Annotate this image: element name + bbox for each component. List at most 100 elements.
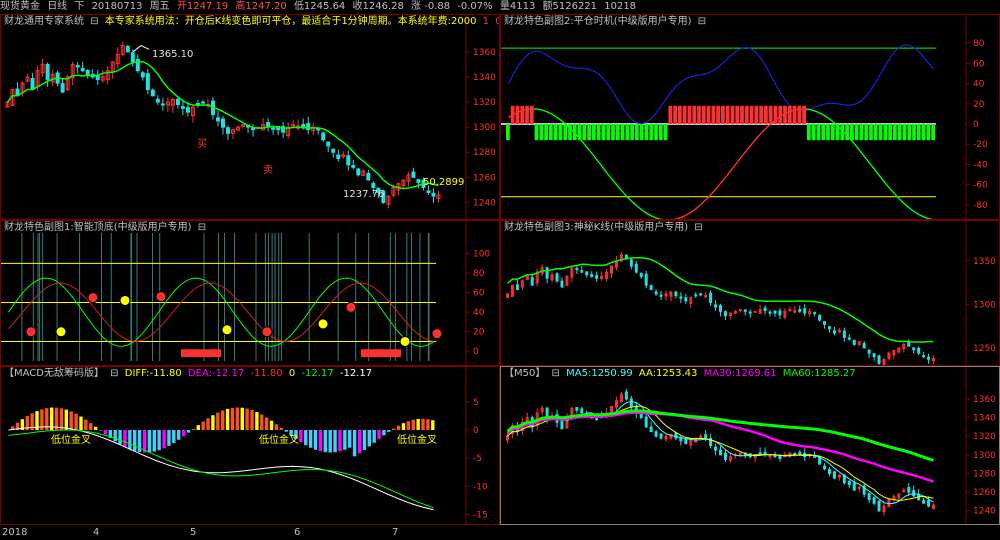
sub2-signal-segment (923, 216, 930, 219)
macd-histogram-bar (59, 408, 64, 430)
sub2-green-bar (826, 124, 830, 141)
sub2-red-bar (673, 105, 677, 124)
macd-histogram-bar (250, 410, 254, 430)
sub2-tick-label: 40 (973, 80, 985, 90)
main-candle-body (316, 128, 321, 131)
sub3-candle-body (694, 294, 698, 297)
sub1-chart-panel[interactable]: 财龙特色副图1:智能顶底(中级版用户专用) ⊟ 0 20 40 60 80 100 (0, 220, 500, 366)
open-value: 开1247.19 (176, 1, 229, 12)
main-collapse-icon[interactable]: ⊟ (90, 16, 98, 27)
sub2-red-bar (510, 105, 515, 124)
sub2-chart-panel[interactable]: 财龙特色副图2:平仓时机(中级版用户专用) ⊟ -80 -60 -40 -20 0 20 4… (500, 14, 1000, 220)
date-axis-month-5: 5 (190, 527, 197, 538)
sub1-red-block (361, 349, 401, 358)
quote-header: 现货黄金 日线 下 20180713 周五 开1247.19 高1247.20 … (0, 0, 1000, 14)
sub3-candle-body (654, 291, 658, 295)
sub3-candle-body (679, 296, 683, 299)
sub2-signal-segment (890, 188, 896, 196)
sub3-chart-panel[interactable]: 财龙特色副图3:神秘K线(中级版用户专用) ⊟ 1250 1300 1350 (500, 220, 1000, 366)
sub2-signal-segment (536, 108, 542, 111)
main-tick-label: 1300 (473, 123, 496, 133)
main-tick-label: 1280 (473, 148, 496, 158)
sub2-green-bar (840, 124, 845, 141)
sub2-green-bar (534, 124, 539, 141)
macd-histogram-bar (352, 430, 357, 457)
sub3-candle-body (575, 267, 579, 270)
ma-panel-title: 【M50】 ⊟ MA5:1250.99 AA:1253.43 MA30:1269… (504, 368, 859, 380)
sub3-candle-body (778, 310, 782, 316)
sub3-panel-title: 财龙特色副图3:神秘K线(中级版用户专用) ⊟ (504, 222, 706, 234)
sub2-green-bar (635, 124, 639, 141)
ma-chart-svg: 1240 1260 1280 1300 1320 1340 1360 (505, 367, 996, 524)
sub2-red-bar (678, 105, 682, 124)
macd-histogram-bar (328, 430, 332, 453)
macd-collapse-icon[interactable]: ⊟ (110, 368, 118, 379)
sub2-title-text: 财龙特色副图2:平仓时机(中级版用户专用) (504, 16, 692, 27)
macd-histogram-bar (308, 430, 313, 448)
aa-value: AA:1253.43 (638, 368, 698, 379)
sub2-signal-segment (551, 113, 557, 118)
period-label[interactable]: 日线 (47, 1, 67, 12)
macd-histogram-bar (396, 425, 401, 430)
sub3-candle-body (649, 285, 653, 291)
macd-histogram-bar (128, 430, 132, 450)
main-candle-body (346, 155, 351, 166)
ma-candle-body (763, 451, 767, 455)
sub2-red-bar (740, 105, 744, 124)
sub3-candle-body (560, 280, 564, 288)
sub3-candle-body (823, 321, 827, 325)
main-note-text: 本专家系统用法：开仓后K线变色即可平仓，最适合于1分钟周期。本系统年费:2000 (104, 16, 477, 27)
macd-histogram-bar (240, 407, 244, 430)
main-candle-body (336, 154, 341, 160)
ma-candle-body (644, 416, 648, 428)
sub3-collapse-icon[interactable]: ⊟ (694, 222, 702, 233)
hold-value: 10218 (604, 1, 637, 12)
ma-chart-panel[interactable]: 【M50】 ⊟ MA5:1250.99 AA:1253.43 MA30:1269… (500, 366, 1000, 525)
sub2-signal-segment (756, 132, 763, 139)
sub2-green-bar (553, 124, 558, 141)
sub3-candle-body (818, 314, 822, 321)
ma-candle-body (922, 499, 926, 504)
macd-histogram-bar (177, 430, 181, 440)
sub2-signal-segment (627, 196, 634, 203)
main-candle-body (326, 141, 331, 147)
sub1-collapse-icon[interactable]: ⊟ (198, 222, 206, 233)
sub2-red-bar (744, 105, 749, 124)
ma-collapse-icon[interactable]: ⊟ (552, 368, 560, 379)
main-candle-body (125, 45, 130, 53)
ma-candle-body (857, 486, 861, 489)
main-candle-body (356, 168, 361, 176)
macd-chart-panel[interactable]: 【MACD无敌筹码版】 ⊟ DIFF:-11.80 DEA:-12.17 -11… (0, 366, 500, 525)
macd-histogram-bar (343, 430, 347, 450)
sub2-collapse-icon[interactable]: ⊟ (698, 16, 706, 27)
macd-histogram-bar (416, 418, 420, 430)
sub3-candle-body (659, 294, 663, 297)
main-chart-panel[interactable]: 财龙通用专家系统 ⊟ 本专家系统用法：开仓后K线变色即可平仓，最适合于1分钟周期… (0, 14, 500, 220)
sub2-signal-segment (914, 211, 920, 216)
macd-histogram-bar (299, 430, 303, 443)
macd-v3-value: -12.17 (301, 368, 334, 379)
sub2-panel-title: 财龙特色副图2:平仓时机(中级版用户专用) ⊟ (504, 16, 709, 28)
main-candle-body (426, 190, 431, 193)
sub2-red-bar (773, 105, 778, 124)
macd-histogram-bar (230, 407, 235, 430)
macd-histogram-bar (421, 418, 425, 430)
sub1-signal-dot (431, 328, 443, 340)
sub2-red-bar (520, 105, 525, 124)
sub2-green-bar (845, 124, 849, 141)
sub2-signal-segment (866, 158, 873, 166)
sub2-signal-segment (856, 146, 863, 154)
sub2-green-bar (630, 124, 634, 141)
main-high-marker (132, 45, 150, 53)
macd-cross-label-3: 低位金叉 (397, 435, 437, 446)
sub2-green-bar (835, 124, 840, 141)
macd-histogram-bar (221, 410, 225, 430)
ma-candle-body (580, 408, 584, 414)
sub3-candle-body (872, 353, 876, 358)
ma-candle-body (768, 455, 772, 458)
sub2-red-bar (697, 105, 701, 124)
main-candle-body (200, 101, 205, 104)
ma-tick-label: 1280 (973, 469, 996, 479)
macd-histogram-bar (216, 412, 220, 430)
sub2-green-bar (592, 124, 596, 141)
